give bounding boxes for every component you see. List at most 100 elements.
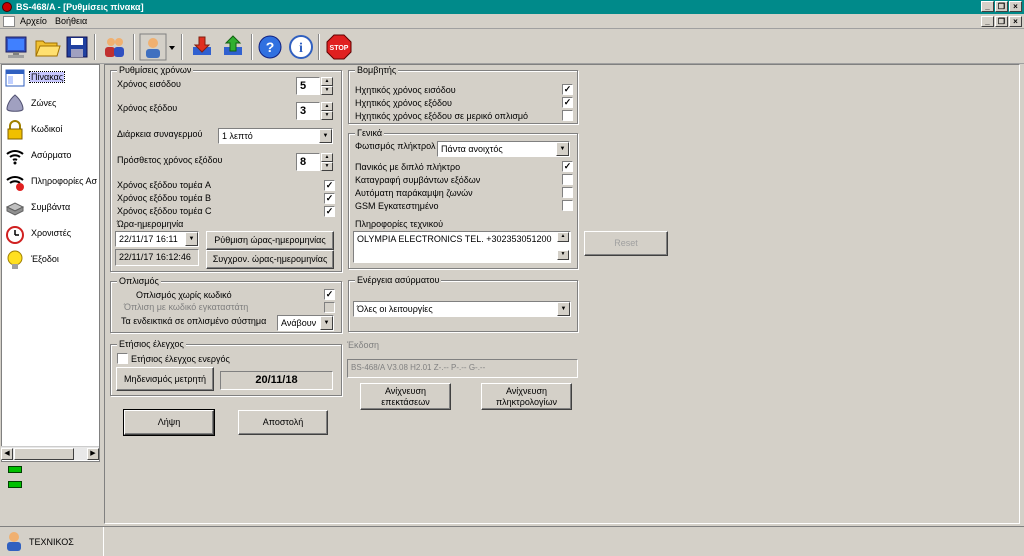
version-label: Έκδοση [347,340,380,350]
upload-icon[interactable] [220,33,248,61]
exit-time-spinner[interactable]: ▲ ▼ [321,102,333,120]
receive-button[interactable]: Λήψη [123,409,215,436]
gsm-checkbox[interactable] [562,200,573,211]
restore-button[interactable]: ❐ [995,1,1008,12]
minimize-button[interactable]: _ [981,1,994,12]
chevron-down-icon: ▼ [319,129,332,143]
tech-info-textarea[interactable]: OLYMPIA ELECTRONICS TEL. +302353051200 [353,231,571,263]
log-exit-label: Καταγραφή συμβάντων εξόδων [355,175,481,185]
sidebar-item-wireless[interactable]: Ασύρματο [2,144,99,168]
info-icon[interactable]: i [287,33,315,61]
entry-time-input[interactable]: 5 [296,77,320,95]
sidebar-item-zones[interactable]: Ζώνες [2,92,99,116]
buzzer-legend: Βομβητής [355,65,399,75]
status-bar: ΤΕΧΝΙΚΟΣ [0,526,1024,556]
part-a-label: Χρόνος εξόδου τομέα A [117,180,212,190]
wireless-action-legend: Ενέργεια ασύρματου [355,275,442,285]
sidebar-item-panel[interactable]: Πίνακας [2,66,99,90]
exit-time-input[interactable]: 3 [296,102,320,120]
panel-icon [5,69,25,87]
arm-no-code-label: Οπλισμός χωρίς κωδικό [136,290,232,300]
extra-exit-time-spinner[interactable]: ▲ ▼ [321,153,333,171]
document-icon[interactable] [3,16,15,27]
user-icon [7,532,21,551]
keypad-light-select[interactable]: Πάντα ανοιχτός ▼ [437,141,570,157]
set-datetime-button[interactable]: Ρύθμιση ώρας-ημερομηνίας [206,231,334,250]
sidebar-item-wireless-info[interactable]: Πληροφορίες Ασ [2,170,99,194]
wireless-info-icon [6,176,24,191]
status-indicator-2 [8,481,22,488]
child-restore-button[interactable]: ❐ [995,16,1008,27]
arm-no-code-checkbox[interactable]: ✓ [324,289,335,300]
buzzer-exit-checkbox[interactable]: ✓ [562,97,573,108]
menu-file[interactable]: Αρχείο [20,16,47,26]
bulb-icon [7,250,23,269]
scroll-left-icon[interactable]: ◀ [1,448,13,460]
buzzer-exit-partial-label: Ηχητικός χρόνος εξόδου σε μερικό οπλισμό [355,111,529,121]
stop-icon[interactable]: STOP [325,33,353,61]
users-icon[interactable] [101,33,129,61]
annual-check-date: 20/11/18 [220,371,333,390]
buzzer-exit-partial-checkbox[interactable] [562,110,573,121]
part-c-label: Χρόνος εξόδου τομέα C [117,206,212,216]
window-title: BS-468/A - [Ρυθμίσεις πίνακα] [16,2,144,12]
part-b-label: Χρόνος εξόδου τομέα B [117,193,212,203]
scroll-right-icon[interactable]: ▶ [87,448,99,460]
sync-datetime-button[interactable]: Συγχρον. ώρας-ημερομηνίας [206,250,334,269]
download-icon[interactable] [189,33,217,61]
annual-check-legend: Ετήσιος έλεγχος [117,339,186,349]
reset-button[interactable]: Reset [584,231,668,256]
wireless-action-select[interactable]: Όλες οι λειτουργίες ▼ [353,301,571,317]
scan-keypads-button[interactable]: Ανίχνευση πληκτρολογίων [481,383,572,410]
part-c-checkbox[interactable]: ✓ [324,206,335,217]
scan-extensions-button[interactable]: Ανίχνευση επεκτάσεων [360,383,451,410]
scroll-thumb[interactable] [14,448,74,460]
sidebar-scrollbar[interactable]: ◀ ▶ [1,446,99,460]
user-settings-icon[interactable] [139,33,167,61]
folder-open-icon[interactable] [33,33,61,61]
indicators-select[interactable]: Ανάβουν ▼ [277,315,334,331]
zones-icon [6,94,24,112]
child-minimize-button[interactable]: _ [981,16,994,27]
child-close-button[interactable]: × [1009,16,1022,27]
sidebar-item-timers[interactable]: Χρονιστές [2,222,99,246]
tech-info-scrollbar[interactable]: ▲ ▼ [557,232,569,262]
buzzer-entry-checkbox[interactable]: ✓ [562,84,573,95]
menu-bar: Αρχείο Βοήθεια _ ❐ × [0,14,1024,29]
annual-check-label: Ετήσιος έλεγχος ενεργός [131,354,230,364]
status-indicator-1 [8,466,22,473]
chevron-down-icon: ▼ [185,232,198,246]
menu-help[interactable]: Βοήθεια [55,16,87,26]
annual-check-checkbox[interactable] [117,353,128,364]
sidebar-item-codes[interactable]: Κωδικοί [2,118,99,142]
datetime-readonly: 22/11/17 16:12:46 [115,249,199,266]
current-user: ΤΕΧΝΙΚΟΣ [29,537,74,547]
datetime-label: Ώρα-ημερομηνία [117,219,184,229]
close-button[interactable]: × [1009,1,1022,12]
chevron-down-icon: ▼ [320,316,333,330]
alarm-duration-select[interactable]: 1 λεπτό ▼ [218,128,333,144]
arming-legend: Οπλισμός [117,276,161,286]
log-exit-checkbox[interactable] [562,174,573,185]
part-a-checkbox[interactable]: ✓ [324,180,335,191]
part-b-checkbox[interactable]: ✓ [324,193,335,204]
save-icon[interactable] [63,33,91,61]
chevron-down-icon[interactable] [167,33,177,61]
extra-exit-time-input[interactable]: 8 [296,153,320,171]
sidebar-item-events[interactable]: Συμβάντα [2,196,99,220]
entry-time-spinner[interactable]: ▲ ▼ [321,77,333,95]
tech-info-label: Πληροφορίες τεχνικού [355,219,444,229]
reset-counter-button[interactable]: Μηδενισμός μετρητή [116,367,214,391]
app-icon [2,2,12,12]
send-button[interactable]: Αποστολή [238,410,328,435]
indicators-label: Τα ενδεικτικά σε οπλισμένο σύστημα [121,316,267,326]
auto-bypass-checkbox[interactable] [562,187,573,198]
panic-checkbox[interactable]: ✓ [562,161,573,172]
help-icon[interactable]: ? [256,33,284,61]
computer-icon[interactable] [2,33,30,61]
arm-installer-code-checkbox [324,302,335,313]
sidebar-item-outputs[interactable]: Έξοδοι [2,248,99,272]
events-icon [5,202,25,216]
datetime-picker[interactable]: 22/11/17 16:11 ▼ [115,231,199,247]
gsm-label: GSM Εγκατεστημένο [355,201,439,211]
